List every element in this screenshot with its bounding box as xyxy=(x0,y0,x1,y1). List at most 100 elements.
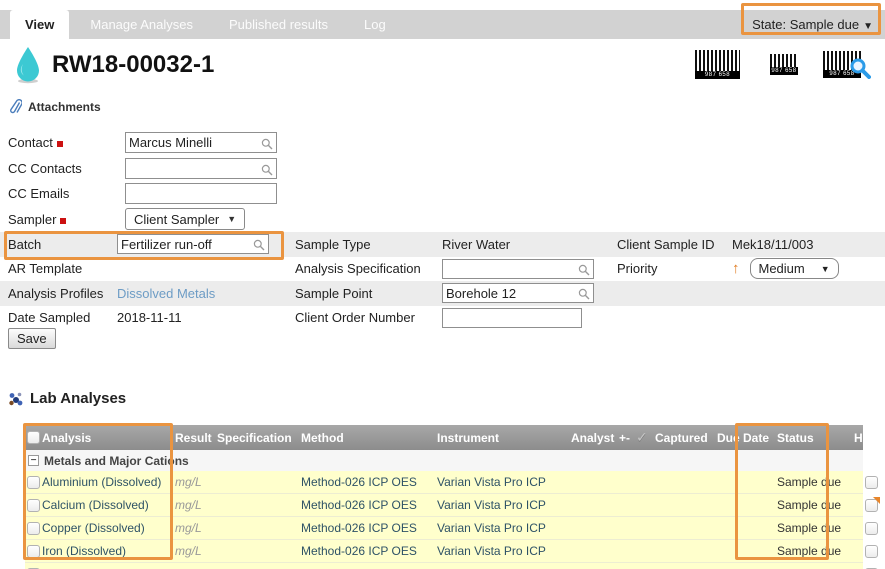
category-group-row[interactable]: − Metals and Major Cations xyxy=(25,450,863,471)
tab-published-results[interactable]: Published results xyxy=(214,10,343,39)
water-drop-icon xyxy=(14,46,42,89)
priority-label: Priority xyxy=(617,261,732,276)
row-select-checkbox[interactable] xyxy=(27,545,40,558)
analyses-table: Analysis Result Specification Method Ins… xyxy=(25,425,863,569)
barcode-preview[interactable]: 987 658 xyxy=(822,50,862,79)
status-text: Sample due xyxy=(777,498,854,512)
date-sampled-label: Date Sampled xyxy=(0,310,117,325)
col-captured[interactable]: Captured xyxy=(655,431,717,445)
client-order-number-label: Client Order Number xyxy=(295,310,442,325)
barcode-large: 987 658 xyxy=(694,49,741,80)
analysis-row: Lead (Dissolved) mg/L Method-026 ICP OES… xyxy=(25,563,863,569)
client-sample-id-label: Client Sample ID xyxy=(617,237,732,252)
ar-template-label: AR Template xyxy=(0,261,117,276)
col-due-date[interactable]: Due Date xyxy=(717,431,777,445)
batch-input[interactable] xyxy=(117,234,269,254)
analysis-profile-link[interactable]: Dissolved Metals xyxy=(117,286,215,301)
cc-emails-input[interactable] xyxy=(125,183,277,204)
status-text: Sample due xyxy=(777,544,854,558)
batch-field-wrap xyxy=(117,234,269,254)
chevron-down-icon: ▼ xyxy=(227,214,236,224)
tab-view[interactable]: View xyxy=(10,10,69,39)
barcode-value: 987 658 xyxy=(695,71,740,79)
sample-details-grid: Batch Sample Type River Water Client Sam… xyxy=(0,232,885,330)
chevron-down-icon: ▼ xyxy=(863,21,873,32)
analysis-row: Aluminium (Dissolved) mg/L Method-026 IC… xyxy=(25,471,863,494)
instrument-name: Varian Vista Pro ICP xyxy=(437,498,546,512)
required-marker xyxy=(60,218,66,224)
state-dropdown[interactable]: State: Sample due ▼ xyxy=(752,10,873,41)
sample-point-input[interactable] xyxy=(442,283,594,303)
search-icon xyxy=(261,163,273,181)
sample-type-value: River Water xyxy=(442,237,617,252)
sampler-label: Sampler xyxy=(8,212,125,227)
barcode-small: 987 658 xyxy=(769,53,799,76)
sample-type-label: Sample Type xyxy=(295,237,442,252)
col-specification[interactable]: Specification xyxy=(217,431,301,445)
hidden-checkbox[interactable] xyxy=(865,476,878,489)
hidden-checkbox[interactable] xyxy=(865,499,878,512)
select-all-checkbox[interactable] xyxy=(27,431,40,444)
cc-contacts-label: CC Contacts xyxy=(8,161,125,176)
col-instrument[interactable]: Instrument xyxy=(437,431,546,445)
lab-analyses-icon xyxy=(8,391,24,407)
result-unit: mg/L xyxy=(175,521,217,535)
analysis-specification-label: Analysis Specification xyxy=(295,261,442,276)
save-button[interactable]: Save xyxy=(8,328,56,349)
search-icon xyxy=(578,264,590,279)
priority-up-arrow-icon: ↑ xyxy=(732,260,740,277)
lab-analyses-title: Lab Analyses xyxy=(30,390,126,407)
attachments-link[interactable]: Attachments xyxy=(10,99,101,115)
result-unit: mg/L xyxy=(175,544,217,558)
instrument-name: Varian Vista Pro ICP xyxy=(437,544,546,558)
analysis-specification-input[interactable] xyxy=(442,259,594,279)
search-icon xyxy=(261,137,273,155)
row-select-checkbox[interactable] xyxy=(27,499,40,512)
analysis-name[interactable]: Iron (Dissolved) xyxy=(42,544,175,558)
chevron-down-icon: ▼ xyxy=(821,264,830,274)
tab-bar: View Manage Analyses Published results L… xyxy=(0,10,885,39)
cc-contacts-input[interactable] xyxy=(125,158,277,179)
analysis-name[interactable]: Calcium (Dissolved) xyxy=(42,498,175,512)
analysis-name[interactable]: Copper (Dissolved) xyxy=(42,521,175,535)
tab-manage-analyses[interactable]: Manage Analyses xyxy=(75,10,208,39)
collapse-icon[interactable]: − xyxy=(28,455,39,466)
contact-field-wrap xyxy=(125,132,277,153)
col-hidden[interactable]: Hidden xyxy=(854,431,885,445)
analysis-profiles-label: Analysis Profiles xyxy=(0,286,117,301)
row-select-checkbox[interactable] xyxy=(27,476,40,489)
contact-label: Contact xyxy=(8,135,125,150)
col-status[interactable]: Status xyxy=(777,431,854,445)
analysis-specification-field-wrap xyxy=(442,259,594,279)
sampler-select[interactable]: Client Sampler ▼ xyxy=(125,208,245,230)
search-icon xyxy=(253,239,265,254)
method-link[interactable]: Method-026 ICP OES xyxy=(301,544,437,558)
date-sampled-value: 2018-11-11 xyxy=(117,310,295,325)
client-order-number-input[interactable] xyxy=(442,308,582,328)
priority-select[interactable]: Medium ▼ xyxy=(750,258,839,279)
col-analysis[interactable]: Analysis xyxy=(42,431,175,445)
method-link[interactable]: Method-026 ICP OES xyxy=(301,521,437,535)
method-link[interactable]: Method-026 ICP OES xyxy=(301,498,437,512)
contact-input[interactable] xyxy=(125,132,277,153)
state-label: State: Sample due xyxy=(752,17,859,32)
analysis-row: Calcium (Dissolved) mg/L Method-026 ICP … xyxy=(25,494,863,517)
hidden-checkbox[interactable] xyxy=(865,522,878,535)
col-method[interactable]: Method xyxy=(301,431,437,445)
col-analyst[interactable]: Analyst xyxy=(546,431,619,445)
tab-log[interactable]: Log xyxy=(349,10,401,39)
sample-point-label: Sample Point xyxy=(295,286,442,301)
col-plus-minus[interactable]: +- xyxy=(619,431,636,445)
category-group-label: Metals and Major Cations xyxy=(44,454,189,468)
col-result[interactable]: Result xyxy=(175,431,217,445)
method-link[interactable]: Method-026 ICP OES xyxy=(301,475,437,489)
batch-label: Batch xyxy=(0,237,117,252)
row-select-checkbox[interactable] xyxy=(27,522,40,535)
instrument-name: Varian Vista Pro ICP xyxy=(437,521,546,535)
analysis-name[interactable]: Aluminium (Dissolved) xyxy=(42,475,175,489)
attachments-label: Attachments xyxy=(28,100,101,114)
paperclip-icon xyxy=(10,99,22,115)
page-title: RW18-00032-1 xyxy=(52,51,214,79)
hidden-checkbox[interactable] xyxy=(865,545,878,558)
analyses-tbody: Aluminium (Dissolved) mg/L Method-026 IC… xyxy=(25,471,863,569)
